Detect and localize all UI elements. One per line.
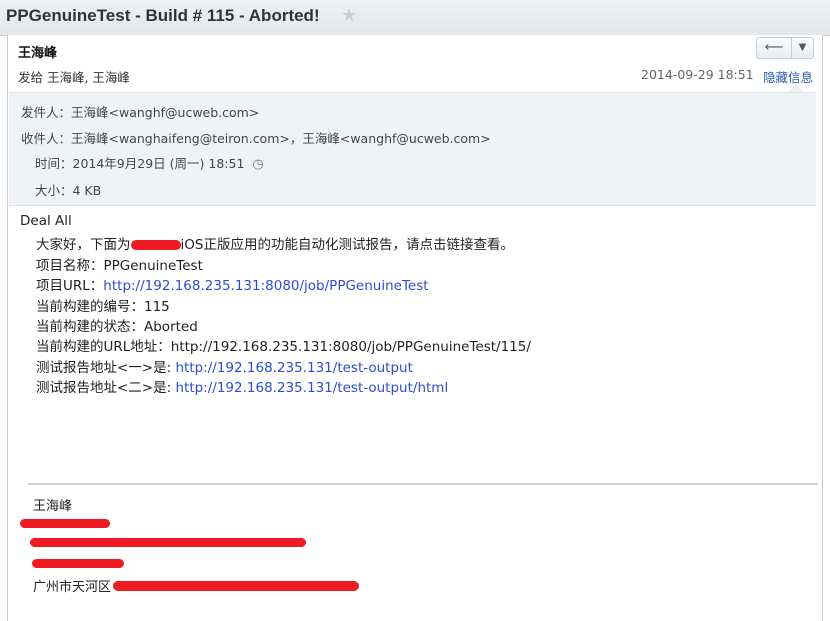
- build-number: 当前构建的编号：115: [36, 299, 170, 315]
- clock-icon[interactable]: ◷: [252, 157, 263, 172]
- detail-sender: 发件人：王海峰<wanghf@ucweb.com>: [21, 105, 260, 120]
- signature-address-prefix: 广州市天河区: [33, 580, 112, 595]
- detail-size: 大小：4 KB: [35, 183, 102, 198]
- report2-link[interactable]: http://192.168.235.131/test-output/html: [175, 380, 448, 396]
- body-greeting: Deal All: [20, 213, 72, 229]
- signature-address: 广州市天河区: [33, 576, 111, 595]
- window-title-bar: PPGenuineTest - Build # 115 - Aborted! ★: [0, 0, 830, 36]
- detail-recipients: 收件人：王海峰<wanghaifeng@teiron.com>，王海峰<wang…: [21, 131, 491, 146]
- build-status: 当前构建的状态：Aborted: [36, 319, 198, 335]
- message-date: 2014-09-29 18:51: [641, 67, 754, 82]
- message-details: 发件人：王海峰<wanghf@ucweb.com> 收件人：王海峰<wangha…: [9, 92, 816, 206]
- body-intro-prefix: 大家好，下面为: [36, 237, 131, 253]
- star-icon[interactable]: ★: [341, 5, 357, 26]
- detail-time-text: 时间：2014年9月29日 (周一) 18:51: [35, 156, 245, 171]
- more-actions-button[interactable]: ▼: [792, 38, 813, 58]
- body-intro-suffix: iOS正版应用的功能自动化测试报告，请点击链接查看。: [180, 237, 514, 253]
- redaction-mark: [32, 559, 124, 568]
- redaction-mark: [30, 538, 306, 547]
- chevron-down-icon: ▼: [798, 42, 807, 53]
- redaction-mark: [113, 581, 359, 591]
- sender-name[interactable]: 王海峰: [18, 42, 57, 61]
- reply-arrow-icon: ⟵: [764, 40, 784, 55]
- recipients-summary: 发给 王海峰, 王海峰: [18, 70, 130, 85]
- project-url-label: 项目URL：: [36, 278, 104, 294]
- email-subject-title: PPGenuineTest - Build # 115 - Aborted!: [6, 6, 320, 25]
- report2-label: 测试报告地址<二>是:: [36, 380, 176, 396]
- project-url-link[interactable]: http://192.168.235.131:8080/job/PPGenuin…: [103, 278, 428, 294]
- report1-label: 测试报告地址<一>是:: [36, 360, 176, 376]
- redaction-mark: [130, 240, 181, 250]
- report1-line: 测试报告地址<一>是: http://192.168.235.131/test-…: [36, 356, 413, 376]
- body-intro: 大家好，下面为 iOS正版应用的功能自动化测试报告，请点击链接查看。: [36, 233, 514, 253]
- report1-link[interactable]: http://192.168.235.131/test-output: [175, 360, 412, 376]
- project-name: 项目名称：PPGenuineTest: [36, 258, 203, 274]
- message-actions: ⟵ ▼: [756, 37, 814, 59]
- detail-time: 时间：2014年9月29日 (周一) 18:51 ◷: [35, 153, 264, 172]
- build-url: 当前构建的URL地址：http://192.168.235.131:8080/j…: [36, 339, 531, 355]
- message-panel: 王海峰 发给 王海峰, 王海峰 ⟵ ▼ 2014-09-29 18:51 隐藏信…: [7, 35, 823, 621]
- signature-name: 王海峰: [33, 499, 73, 514]
- redaction-mark: [20, 519, 110, 528]
- reply-button[interactable]: ⟵: [757, 38, 792, 58]
- signature-divider: [28, 483, 818, 485]
- hide-info-link[interactable]: 隐藏信息: [763, 67, 813, 86]
- report2-line: 测试报告地址<二>是: http://192.168.235.131/test-…: [36, 376, 448, 396]
- project-url-line: 项目URL：http://192.168.235.131:8080/job/PP…: [36, 274, 429, 294]
